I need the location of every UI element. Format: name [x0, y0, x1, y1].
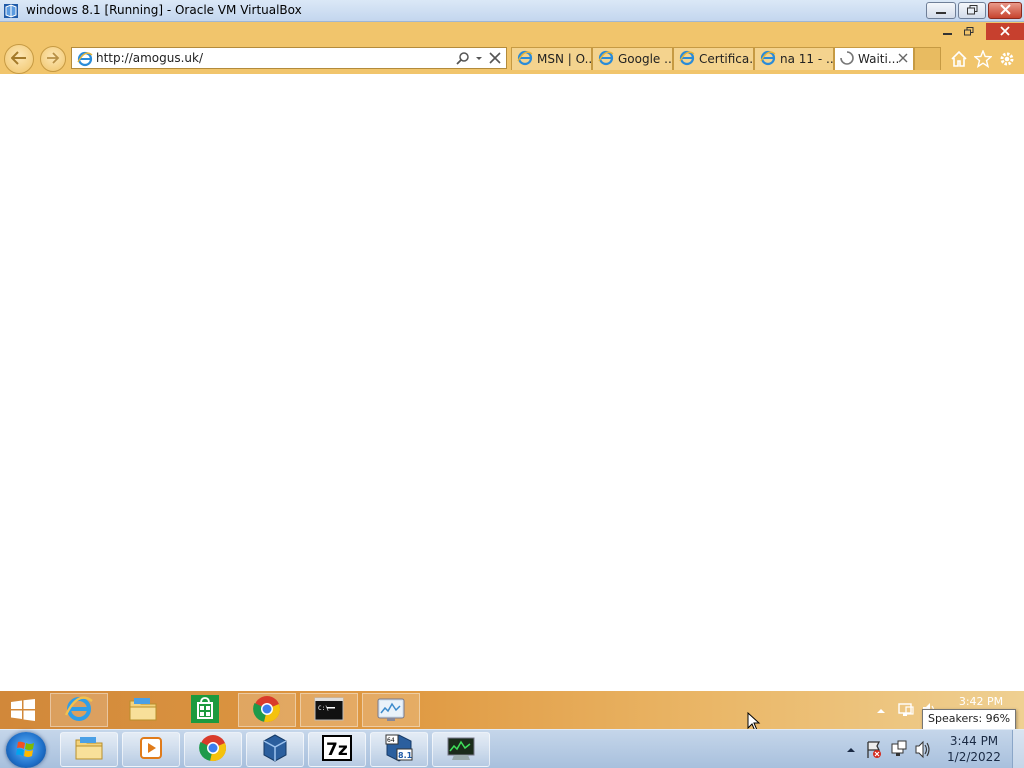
host-windows81-vm-button[interactable]: 64 8.1	[370, 732, 428, 767]
stop-loading-icon[interactable]	[488, 50, 502, 69]
chrome-icon	[252, 694, 282, 727]
chrome-icon	[198, 733, 228, 766]
tab-certificate[interactable]: Certifica...	[673, 47, 754, 70]
ie-caption-buttons	[934, 22, 1024, 41]
store-icon	[190, 694, 220, 727]
host-explorer-button[interactable]	[60, 732, 118, 767]
taskbar-store-button[interactable]	[176, 693, 234, 727]
new-tab-button[interactable]	[914, 47, 941, 70]
show-desktop-button[interactable]	[1012, 730, 1024, 768]
network-icon[interactable]	[890, 730, 908, 768]
show-hidden-icons-icon[interactable]	[846, 730, 856, 768]
loading-spinner-icon	[840, 50, 854, 68]
taskbar-file-explorer-button[interactable]	[114, 693, 172, 727]
web-page-content[interactable]	[0, 74, 1024, 691]
ie-page-icon	[598, 50, 614, 69]
ie-minimize-button[interactable]	[936, 23, 958, 40]
action-center-flag-icon[interactable]	[865, 730, 883, 768]
taskbar-chrome-button[interactable]	[238, 693, 296, 727]
tab-label: Google ...	[618, 52, 673, 66]
internet-explorer-icon	[64, 694, 94, 727]
host-media-player-button[interactable]	[122, 732, 180, 767]
host-7zip-button[interactable]: 7z	[308, 732, 366, 767]
host-minimize-button[interactable]	[926, 2, 956, 19]
tab-msn[interactable]: MSN | O...	[511, 47, 592, 70]
windows7-start-button[interactable]	[6, 732, 46, 768]
minimize-icon	[942, 25, 952, 39]
virtualbox-icon	[3, 3, 19, 19]
address-url[interactable]: http://amogus.uk/	[96, 51, 203, 65]
host-taskbar: 7z 64 8.1 3:44 PM 1/2/2022	[0, 729, 1024, 768]
chevron-down-icon[interactable]	[474, 51, 484, 68]
close-icon	[1000, 25, 1010, 39]
host-close-button[interactable]	[988, 2, 1022, 19]
settings-gear-icon[interactable]	[997, 49, 1017, 69]
tab-google[interactable]: Google ...	[592, 47, 673, 70]
folder-icon	[128, 696, 158, 725]
svg-text:7z: 7z	[326, 740, 348, 760]
ie-restore-button[interactable]	[958, 23, 980, 40]
windows8-start-icon[interactable]	[8, 699, 40, 721]
home-icon[interactable]	[949, 49, 969, 69]
tab-label: MSN | O...	[537, 52, 592, 66]
tab-waiting-active[interactable]: Waiti...	[834, 47, 914, 70]
guest-clock-time: 3:42 PM	[958, 695, 1004, 708]
tab-na11[interactable]: na 11 - ...	[754, 47, 834, 70]
ie-page-icon	[760, 50, 776, 69]
tab-label: Certifica...	[699, 52, 754, 66]
command-prompt-icon: C:\	[314, 697, 344, 724]
7zip-icon: 7z	[322, 735, 352, 764]
host-window-titlebar: windows 8.1 [Running] - Oracle VM Virtua…	[0, 0, 1024, 22]
network-icon[interactable]	[897, 691, 915, 729]
favorites-star-icon[interactable]	[973, 49, 993, 69]
show-hidden-icons-icon[interactable]	[876, 691, 886, 729]
tab-label: na 11 - ...	[780, 52, 834, 66]
folder-icon	[74, 735, 104, 764]
restore-icon	[966, 4, 978, 18]
host-clock-date: 1/2/2022	[947, 750, 1001, 764]
host-restore-button[interactable]	[958, 2, 986, 19]
resource-monitor-icon	[446, 735, 476, 764]
resource-monitor-icon	[376, 696, 406, 725]
taskbar-cmd-button[interactable]: C:\	[300, 693, 358, 727]
windows81-vm-icon: 64 8.1	[383, 733, 415, 766]
media-player-icon	[137, 734, 165, 765]
host-clock-time: 3:44 PM	[949, 734, 999, 748]
ie-page-icon	[517, 50, 533, 69]
speaker-icon[interactable]	[914, 730, 932, 768]
forward-button[interactable]	[40, 46, 66, 72]
restore-icon	[964, 25, 974, 39]
virtualbox-icon	[260, 733, 290, 766]
guest-taskbar: C:\ 3:42 PM	[0, 691, 1024, 729]
host-chrome-button[interactable]	[184, 732, 242, 767]
forward-arrow-icon	[46, 51, 60, 67]
svg-text:64: 64	[387, 737, 395, 744]
ie-page-icon	[679, 50, 695, 69]
back-button[interactable]	[4, 44, 34, 74]
ie-page-icon	[77, 51, 93, 70]
host-clock[interactable]: 3:44 PM 1/2/2022	[938, 733, 1010, 765]
taskbar-resource-monitor-button[interactable]	[362, 693, 420, 727]
address-bar[interactable]: http://amogus.uk/	[71, 47, 507, 69]
taskbar-ie-button[interactable]	[50, 693, 108, 727]
ie-browser-frame: http://amogus.uk/ MSN | O... Google ... …	[0, 22, 1024, 74]
ie-close-button[interactable]	[986, 23, 1024, 40]
back-arrow-icon	[10, 50, 27, 68]
close-tab-icon[interactable]	[897, 52, 909, 67]
close-icon	[999, 3, 1011, 18]
host-window-title: windows 8.1 [Running] - Oracle VM Virtua…	[26, 3, 302, 17]
search-icon[interactable]	[456, 51, 470, 68]
svg-text:8.1: 8.1	[398, 751, 413, 760]
host-resource-monitor-button[interactable]	[432, 732, 490, 767]
windows-logo-icon	[6, 741, 46, 768]
host-virtualbox-button[interactable]	[246, 732, 304, 767]
speaker-volume-tooltip: Speakers: 96%	[922, 709, 1017, 730]
guest-clock[interactable]: 3:42 PM	[950, 695, 1012, 708]
minimize-icon	[936, 4, 946, 18]
tab-label: Waiti...	[858, 52, 900, 66]
